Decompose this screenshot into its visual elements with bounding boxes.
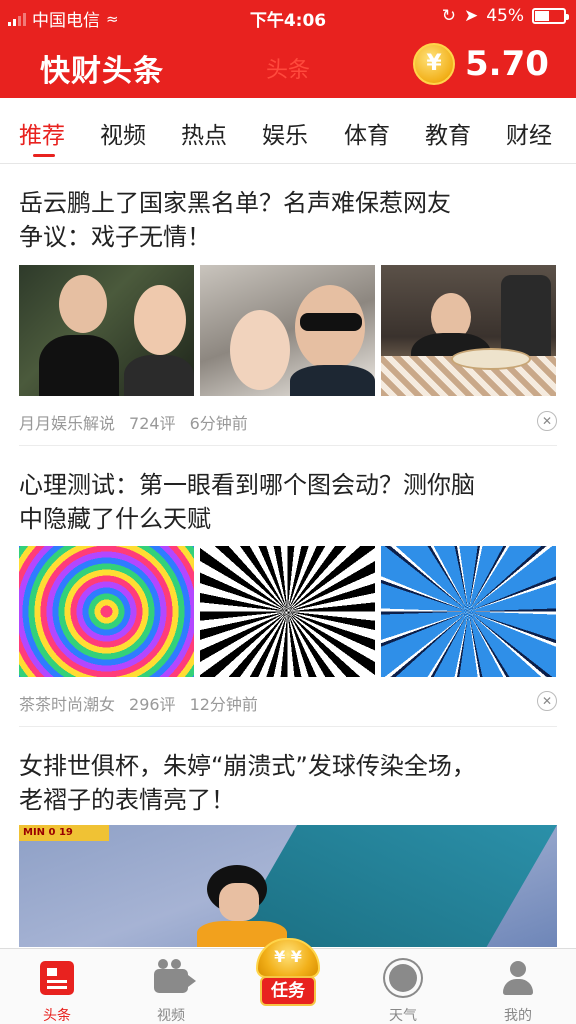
status-bar: 中国电信 ≈ 下午4:06 ↻ ➤ 45% <box>0 0 576 32</box>
article-title-line[interactable]: 心理测试：第一眼看到哪个图会动？测你脑 <box>19 468 557 502</box>
article-meta: 茶茶时尚潮女 296评 12分钟前 <box>19 691 258 715</box>
article-meta: 月月娱乐解说 724评 6分钟前 <box>19 410 248 434</box>
category-tabs: 推荐 视频 热点 娱乐 体育 教育 财经 <box>0 98 576 164</box>
tab-finance[interactable]: 财经 <box>506 116 552 150</box>
weather-sun-icon <box>389 964 417 992</box>
nav-label: 天气 <box>389 1008 417 1024</box>
nav-task[interactable]: ¥ ¥ 任务 <box>248 938 328 1022</box>
article-title-line[interactable]: 女排世俱杯，朱婷“崩溃式”发球传染全场， <box>19 749 557 783</box>
article-thumbnails[interactable] <box>19 546 556 677</box>
user-icon <box>501 961 535 995</box>
article-image[interactable] <box>381 546 556 677</box>
article-card[interactable]: 女排世俱杯，朱婷“崩溃式”发球传染全场， 老褶子的表情亮了！ <box>19 749 557 817</box>
article-image[interactable] <box>19 546 194 677</box>
active-tab-indicator <box>33 154 55 157</box>
nav-label: 我的 <box>504 1008 532 1024</box>
article-comments: 724评 <box>129 414 176 433</box>
article-card[interactable]: 岳云鹏上了国家黑名单？名声难保惹网友 争议：戏子无情！ <box>19 186 557 254</box>
tab-recommend[interactable]: 推荐 <box>19 116 65 150</box>
article-image[interactable] <box>19 265 194 396</box>
nav-profile[interactable]: 我的 <box>463 949 573 1024</box>
video-camera-icon <box>154 959 196 993</box>
article-title-line[interactable]: 争议：戏子无情！ <box>19 220 557 254</box>
article-thumbnails[interactable] <box>19 265 556 396</box>
article-card[interactable]: 心理测试：第一眼看到哪个图会动？测你脑 中隐藏了什么天赋 <box>19 468 557 536</box>
article-time: 6分钟前 <box>189 414 248 433</box>
article-title-line[interactable]: 岳云鹏上了国家黑名单？名声难保惹网友 <box>19 186 557 220</box>
article-time: 12分钟前 <box>189 695 258 714</box>
article-image[interactable] <box>200 265 375 396</box>
divider <box>19 445 557 446</box>
task-coins-icon: ¥ ¥ <box>256 938 320 978</box>
video-scoreboard: MIN 0 19 <box>19 825 109 841</box>
article-video-thumbnail[interactable]: MIN 0 19 <box>19 825 557 947</box>
nav-video[interactable]: 视频 <box>116 949 226 1024</box>
tab-education[interactable]: 教育 <box>425 116 471 150</box>
tab-sports[interactable]: 体育 <box>344 116 390 150</box>
article-title-line[interactable]: 中隐藏了什么天赋 <box>19 502 557 536</box>
article-title-line[interactable]: 老褶子的表情亮了！ <box>19 783 557 817</box>
lock-rotation-icon: ↻ <box>441 6 456 26</box>
nav-weather[interactable]: 天气 <box>348 949 458 1024</box>
task-button[interactable]: 任务 <box>260 976 316 1006</box>
battery-icon <box>532 8 569 24</box>
article-comments: 296评 <box>129 695 176 714</box>
coin-balance[interactable]: 5.70 <box>465 44 549 84</box>
divider <box>19 726 557 727</box>
nav-label: 视频 <box>157 1008 185 1024</box>
tab-entertainment[interactable]: 娱乐 <box>262 116 308 150</box>
nav-label: 头条 <box>43 1008 71 1024</box>
coin-icon[interactable]: ¥ <box>413 43 455 85</box>
headline-icon <box>40 961 74 995</box>
top-bar: 中国电信 ≈ 下午4:06 ↻ ➤ 45% 快财头条 头条 ¥ 5.70 <box>0 0 576 98</box>
article-source: 月月娱乐解说 <box>19 414 116 433</box>
article-image[interactable] <box>381 265 556 396</box>
location-icon: ➤ <box>463 6 479 26</box>
tab-video[interactable]: 视频 <box>100 116 146 150</box>
dismiss-icon[interactable]: ✕ <box>537 411 557 431</box>
article-source: 茶茶时尚潮女 <box>19 695 116 714</box>
tab-hot[interactable]: 热点 <box>181 116 227 150</box>
article-image[interactable] <box>200 546 375 677</box>
battery-percent: 45% <box>486 6 524 26</box>
nav-headlines[interactable]: 头条 <box>2 949 112 1024</box>
dismiss-icon[interactable]: ✕ <box>537 691 557 711</box>
